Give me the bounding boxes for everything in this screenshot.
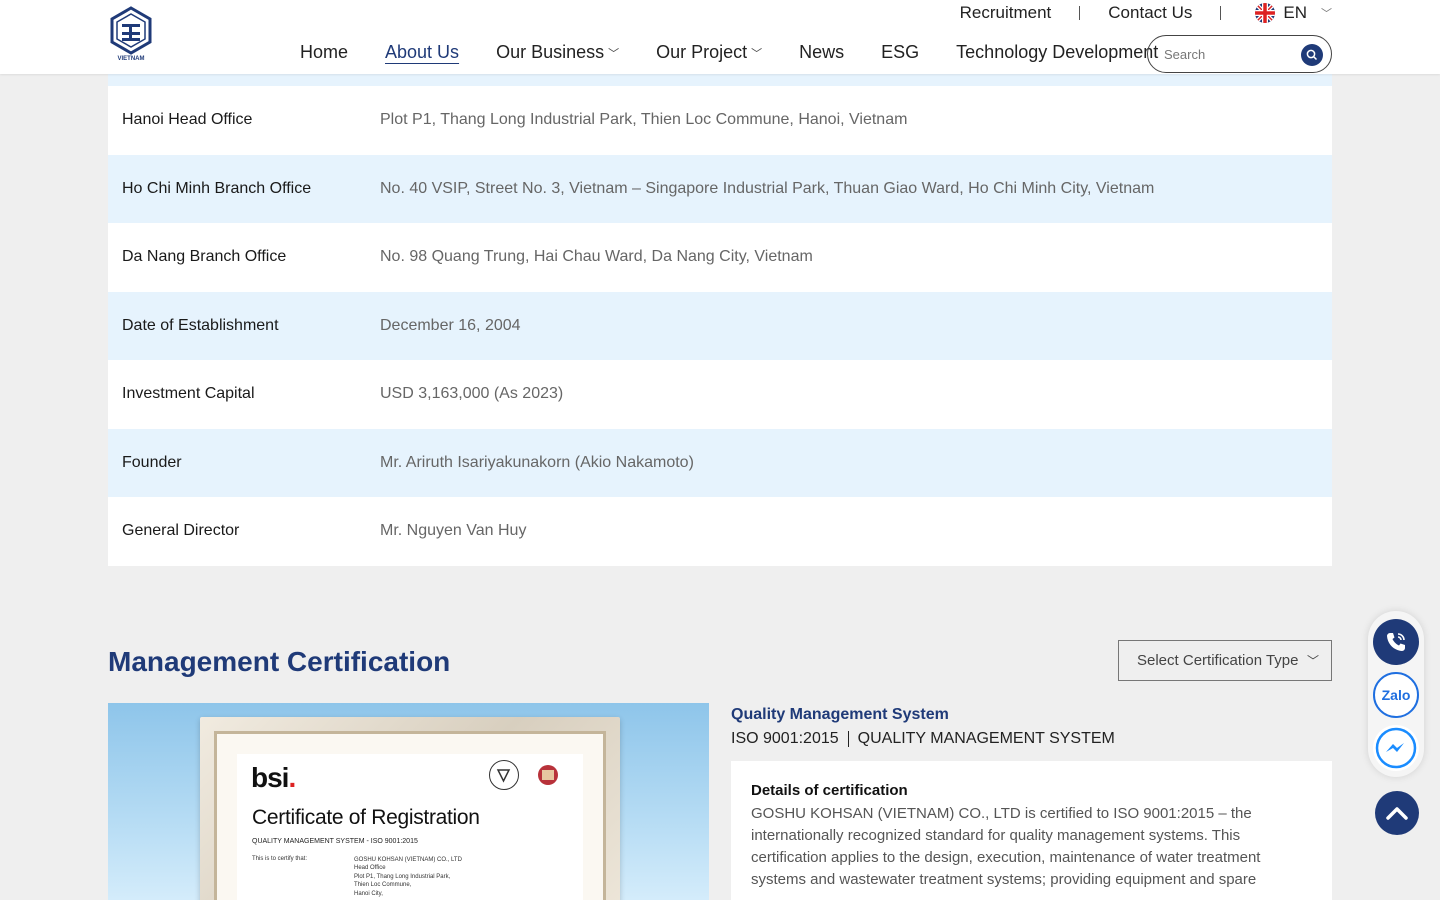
select-label: Select Certification Type bbox=[1137, 652, 1299, 669]
nav-our-project[interactable]: Our Project ﹀ bbox=[656, 42, 762, 63]
row-value: USD 3,163,000 (As 2023) bbox=[380, 385, 564, 403]
table-row: Date of Establishment December 16, 2004 bbox=[108, 291, 1332, 360]
messenger-button[interactable] bbox=[1373, 725, 1419, 771]
nav-home[interactable]: Home bbox=[300, 42, 348, 63]
site-header: VIETNAM Recruitment Contact Us EN ﹀ Home… bbox=[0, 0, 1440, 74]
nav-about-us[interactable]: About Us bbox=[385, 42, 459, 63]
recruitment-link[interactable]: Recruitment bbox=[932, 3, 1080, 23]
row-value: Mr. Ariruth Isariyakunakorn (Akio Nakamo… bbox=[380, 453, 694, 471]
zalo-button[interactable]: Zalo bbox=[1373, 672, 1419, 718]
row-label: Hanoi Head Office bbox=[122, 111, 253, 129]
search-box bbox=[1147, 35, 1332, 73]
row-label: Investment Capital bbox=[122, 385, 255, 403]
row-label: General Director bbox=[122, 522, 240, 540]
section-title: Management Certification bbox=[108, 646, 451, 677]
row-value: No. 98 Quang Trung, Hai Chau Ward, Da Na… bbox=[380, 248, 813, 266]
certificate-subheading: QUALITY MANAGEMENT SYSTEM - ISO 9001:201… bbox=[252, 838, 418, 845]
table-row: Hanoi Head Office Plot P1, Thang Long In… bbox=[108, 86, 1332, 155]
certified-company: GOSHU KOHSAN (VIETNAM) CO., LTD Head Off… bbox=[354, 857, 462, 897]
bsi-logo: bsi. bbox=[251, 762, 296, 793]
royal-charter-icon bbox=[533, 762, 563, 790]
search-button[interactable] bbox=[1301, 44, 1323, 66]
contact-us-link[interactable]: Contact Us bbox=[1080, 3, 1220, 23]
nav-technology-development[interactable]: Technology Development bbox=[956, 42, 1158, 63]
chevron-up-icon bbox=[1386, 807, 1408, 820]
company-logo[interactable]: VIETNAM bbox=[108, 6, 154, 62]
certify-label: This is to certify that: bbox=[252, 856, 308, 862]
nav-news[interactable]: News bbox=[799, 42, 844, 63]
details-title: Details of certification bbox=[751, 782, 908, 799]
table-row: Investment Capital USD 3,163,000 (As 202… bbox=[108, 360, 1332, 429]
certification-standard: ISO 9001:2015 QUALITY MANAGEMENT SYSTEM bbox=[731, 730, 1115, 748]
zalo-icon: Zalo bbox=[1381, 687, 1411, 703]
chevron-down-icon: ﹀ bbox=[1306, 654, 1319, 668]
uk-flag-icon bbox=[1255, 3, 1276, 23]
company-info-table: Hanoi Head Office Plot P1, Thang Long In… bbox=[108, 74, 1332, 566]
logo-text: VIETNAM bbox=[118, 56, 145, 62]
language-selector[interactable]: EN ﹀ bbox=[1221, 3, 1332, 23]
certificate-heading: Certificate of Registration bbox=[252, 806, 480, 829]
chevron-down-icon: ﹀ bbox=[751, 47, 763, 60]
search-icon bbox=[1306, 49, 1318, 61]
certificate-image: bsi. Certificate of Registration QUALITY… bbox=[108, 703, 709, 900]
nav-our-business[interactable]: Our Business ﹀ bbox=[496, 42, 619, 63]
phone-button[interactable] bbox=[1373, 619, 1419, 665]
certification-details: Details of certification GOSHU KOHSAN (V… bbox=[731, 761, 1332, 900]
floating-contact-panel: Zalo bbox=[1368, 611, 1424, 777]
table-row: Ho Chi Minh Branch Office No. 40 VSIP, S… bbox=[108, 154, 1332, 223]
row-label: Da Nang Branch Office bbox=[122, 248, 287, 266]
chevron-down-icon: ﹀ bbox=[1321, 8, 1332, 20]
row-label: Ho Chi Minh Branch Office bbox=[122, 179, 312, 197]
row-value: No. 40 VSIP, Street No. 3, Vietnam – Sin… bbox=[380, 179, 1155, 197]
table-row: Founder Mr. Ariruth Isariyakunakorn (Aki… bbox=[108, 428, 1332, 497]
row-value: Plot P1, Thang Long Industrial Park, Thi… bbox=[380, 111, 908, 129]
search-input[interactable] bbox=[1164, 46, 1292, 62]
nav-esg[interactable]: ESG bbox=[881, 42, 919, 63]
main-nav: Home About Us Our Business ﹀ Our Project ﹀… bbox=[300, 42, 1195, 63]
bsi-kitemark-icon bbox=[489, 760, 519, 790]
row-value: Mr. Nguyen Van Huy bbox=[380, 522, 527, 540]
row-value: December 16, 2004 bbox=[380, 316, 521, 334]
row-label: Founder bbox=[122, 453, 182, 471]
table-row-partial bbox=[108, 74, 1332, 86]
top-bar: Recruitment Contact Us EN ﹀ bbox=[932, 0, 1332, 26]
messenger-icon bbox=[1375, 727, 1417, 769]
language-label: EN bbox=[1283, 3, 1307, 22]
scroll-to-top-button[interactable] bbox=[1375, 791, 1419, 835]
certificate-frame: bsi. Certificate of Registration QUALITY… bbox=[200, 717, 620, 900]
details-text: GOSHU KOHSAN (VIETNAM) CO., LTD is certi… bbox=[751, 805, 1261, 888]
chevron-down-icon: ﹀ bbox=[608, 47, 620, 60]
phone-icon bbox=[1387, 633, 1405, 651]
table-row: Da Nang Branch Office No. 98 Quang Trung… bbox=[108, 223, 1332, 292]
certification-category: Quality Management System bbox=[731, 706, 949, 723]
row-label: Date of Establishment bbox=[122, 316, 279, 334]
table-row: General Director Mr. Nguyen Van Huy bbox=[108, 497, 1332, 566]
certification-type-select[interactable]: Select Certification Type ﹀ bbox=[1118, 640, 1332, 681]
divider bbox=[847, 731, 849, 747]
standard-name: QUALITY MANAGEMENT SYSTEM bbox=[857, 730, 1115, 747]
standard-code: ISO 9001:2015 bbox=[731, 730, 839, 747]
